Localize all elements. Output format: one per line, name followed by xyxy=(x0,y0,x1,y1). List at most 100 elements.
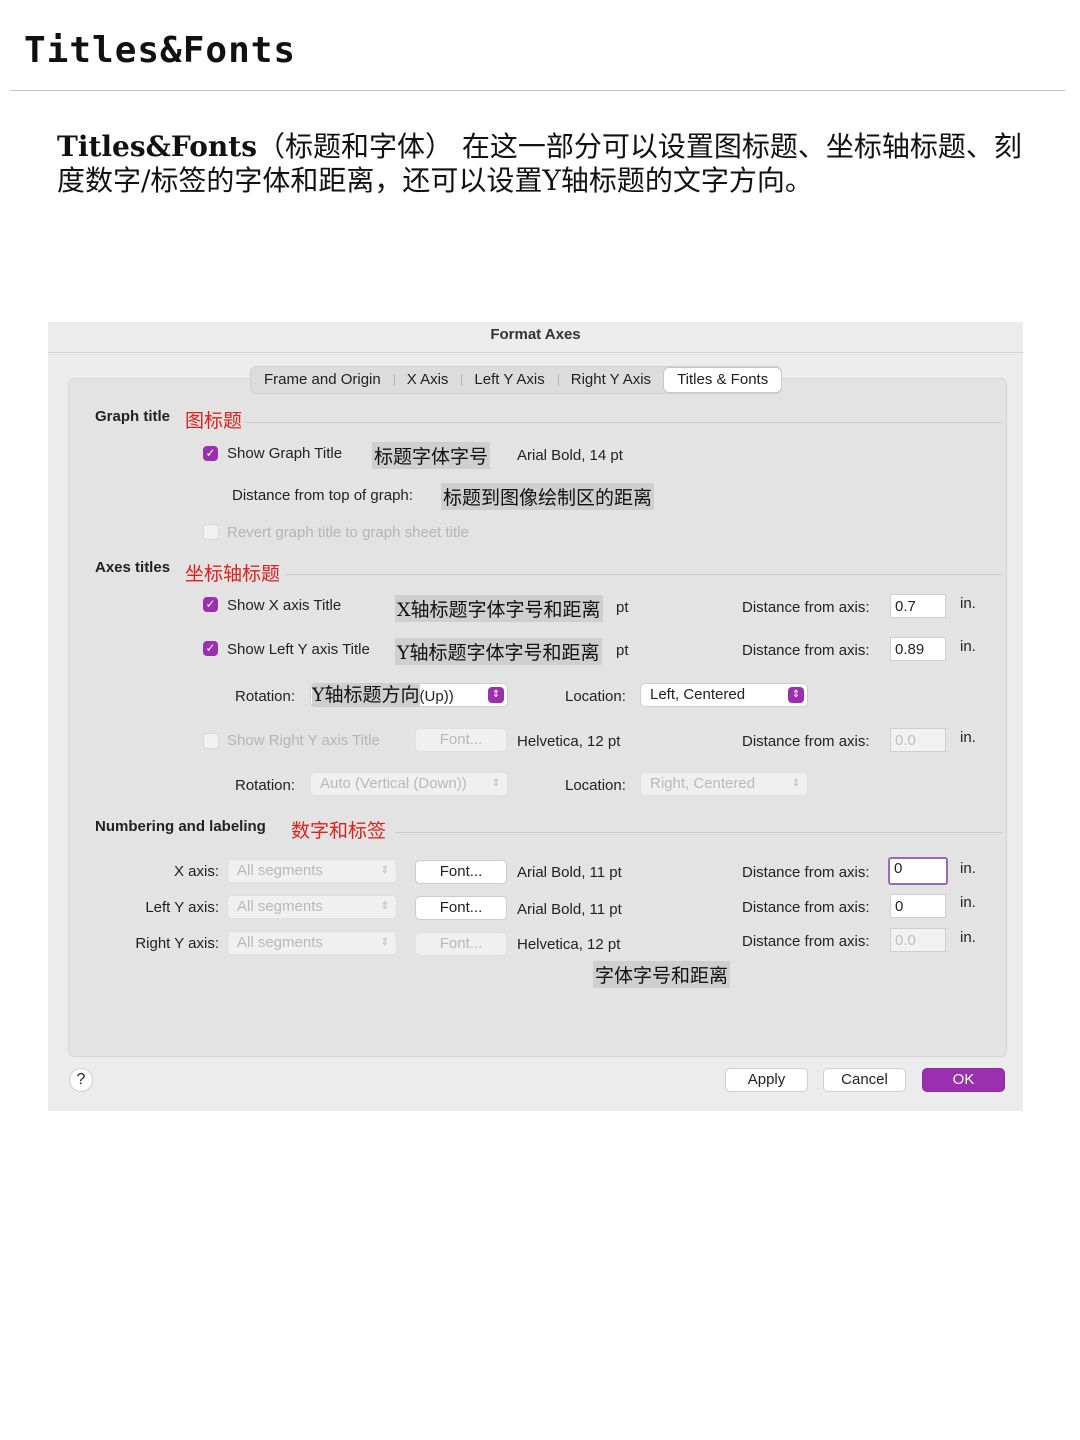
left-y-title-distance-unit: in. xyxy=(960,638,976,655)
section-numbering-and-labeling: Numbering and labeling xyxy=(95,818,266,835)
right-y-rotation-value: Auto (Vertical (Down)) xyxy=(320,775,467,792)
show-x-axis-title-label: Show X axis Title xyxy=(227,597,342,614)
right-y-location-value: Right, Centered xyxy=(650,775,756,792)
help-button[interactable]: ? xyxy=(69,1068,93,1092)
show-graph-title-checkbox[interactable]: ✓ xyxy=(203,446,218,461)
rotation-annotation: Y轴标题方向 xyxy=(312,684,420,706)
tab-bar: Frame and Origin X Axis Left Y Axis Righ… xyxy=(250,366,783,394)
show-right-y-axis-title-label: Show Right Y axis Title xyxy=(227,732,380,749)
section-divider xyxy=(245,422,1002,423)
numbering-right-y-axis-label: Right Y axis: xyxy=(135,935,219,952)
right-y-title-distance-label: Distance from axis: xyxy=(742,733,870,750)
numbering-right-y-font-button[interactable]: Font... xyxy=(415,932,507,956)
distance-from-top-label: Distance from top of graph: xyxy=(232,487,413,504)
graph-title-annotation: 图标题 xyxy=(185,410,243,432)
numbering-annotation: 数字和标签 xyxy=(291,820,387,842)
chevron-updown-icon: ⇕ xyxy=(380,937,390,948)
format-axes-dialog: Format Axes Frame and Origin X Axis Left… xyxy=(48,322,1023,1111)
numbering-left-y-axis-label: Left Y axis: xyxy=(145,899,219,916)
numbering-left-y-segments-select[interactable]: All segments ⇕ xyxy=(227,895,397,919)
left-y-rotation-label: Rotation: xyxy=(235,688,296,705)
tab-x-axis[interactable]: X Axis xyxy=(393,368,462,392)
left-y-title-distance-label: Distance from axis: xyxy=(742,642,870,659)
numbering-x-axis-label: X axis: xyxy=(173,863,219,880)
show-left-y-axis-title-label: Show Left Y axis Title xyxy=(227,641,370,658)
x-title-distance-unit: in. xyxy=(960,595,976,612)
numbering-right-y-distance-label: Distance from axis: xyxy=(742,933,870,950)
intro-bold: Titles&Fonts xyxy=(57,130,257,163)
left-y-axis-title-font-annotation[interactable]: Y轴标题字体字号和距离 xyxy=(395,638,602,665)
titlebar-divider xyxy=(48,352,1023,353)
numbering-left-y-distance-label: Distance from axis: xyxy=(742,899,870,916)
numbering-right-y-distance-input[interactable]: 0.0 xyxy=(890,928,946,952)
x-axis-title-pt: pt xyxy=(616,599,629,616)
right-y-rotation-select[interactable]: Auto (Vertical (Down)) ⇕ xyxy=(310,772,508,796)
tab-left-y-axis[interactable]: Left Y Axis xyxy=(461,368,557,392)
numbering-right-y-distance-unit: in. xyxy=(960,929,976,946)
left-y-rotation-select[interactable]: Y轴标题方向(Up)) ⇕ xyxy=(310,683,508,707)
numbering-x-font-button[interactable]: Font... xyxy=(415,860,507,884)
show-graph-title-label: Show Graph Title xyxy=(227,445,343,462)
numbering-left-y-distance-unit: in. xyxy=(960,894,976,911)
x-title-distance-input[interactable]: 0.7 xyxy=(890,594,946,618)
apply-button[interactable]: Apply xyxy=(725,1068,808,1092)
numbering-right-y-font-value: Helvetica, 12 pt xyxy=(517,936,621,953)
left-y-location-select[interactable]: Left, Centered ⇕ xyxy=(640,683,808,707)
chevron-updown-icon: ⇕ xyxy=(791,778,801,789)
tab-titles-and-fonts[interactable]: Titles & Fonts xyxy=(664,368,782,392)
axes-titles-annotation: 坐标轴标题 xyxy=(185,563,281,585)
numbering-left-y-segments-value: All segments xyxy=(237,898,323,915)
chevron-updown-icon: ⇕ xyxy=(788,687,804,703)
chevron-updown-icon: ⇕ xyxy=(380,901,390,912)
show-x-axis-title-checkbox[interactable]: ✓ xyxy=(203,597,218,612)
cancel-button[interactable]: Cancel xyxy=(823,1068,906,1092)
show-right-y-axis-title-checkbox[interactable] xyxy=(203,733,219,749)
left-y-location-value: Left, Centered xyxy=(650,686,746,703)
graph-title-font-annotation[interactable]: 标题字体字号 xyxy=(372,442,491,469)
numbering-left-y-font-value: Arial Bold, 11 pt xyxy=(517,901,622,918)
ok-button[interactable]: OK xyxy=(922,1068,1005,1092)
settings-panel xyxy=(68,378,1007,1057)
tab-right-y-axis[interactable]: Right Y Axis xyxy=(557,368,664,392)
dialog-title: Format Axes xyxy=(490,326,581,343)
chevron-updown-icon: ⇕ xyxy=(491,778,501,789)
chevron-updown-icon: ⇕ xyxy=(380,865,390,876)
graph-title-font-value: Arial Bold, 14 pt xyxy=(517,447,623,464)
section-divider xyxy=(285,574,1002,575)
show-left-y-axis-title-checkbox[interactable]: ✓ xyxy=(203,641,218,656)
right-y-location-select[interactable]: Right, Centered ⇕ xyxy=(640,772,808,796)
chevron-updown-icon: ⇕ xyxy=(488,687,504,703)
numbering-x-distance-input[interactable]: 0 xyxy=(888,857,948,885)
right-y-location-label: Location: xyxy=(565,777,626,794)
tab-frame-and-origin[interactable]: Frame and Origin xyxy=(251,368,394,392)
numbering-right-y-segments-value: All segments xyxy=(237,934,323,951)
x-axis-title-font-annotation[interactable]: X轴标题字体字号和距离 xyxy=(395,595,603,622)
left-y-axis-title-pt: pt xyxy=(616,642,629,659)
section-axes-titles: Axes titles xyxy=(95,559,171,576)
numbering-x-distance-unit: in. xyxy=(960,860,976,877)
intro-paragraph: Titles&Fonts（标题和字体） 在这一部分可以设置图标题、坐标轴标题、刻… xyxy=(57,130,1022,198)
numbering-left-y-font-button[interactable]: Font... xyxy=(415,896,507,920)
page-title: Titles&Fonts xyxy=(24,30,297,71)
rotation-value-tail: (Up)) xyxy=(419,688,454,705)
numbering-x-segments-value: All segments xyxy=(237,862,323,879)
numbering-x-distance-label: Distance from axis: xyxy=(742,864,870,881)
title-divider xyxy=(10,90,1065,91)
numbering-right-y-segments-select[interactable]: All segments ⇕ xyxy=(227,931,397,955)
revert-graph-title-label: Revert graph title to graph sheet title xyxy=(227,524,469,541)
numbering-font-annotation: 字体字号和距离 xyxy=(593,961,731,988)
left-y-title-distance-input[interactable]: 0.89 xyxy=(890,637,946,661)
right-y-title-font-value: Helvetica, 12 pt xyxy=(517,733,621,750)
right-y-title-distance-unit: in. xyxy=(960,729,976,746)
numbering-left-y-distance-input[interactable]: 0 xyxy=(890,894,946,918)
right-y-rotation-label: Rotation: xyxy=(235,777,296,794)
x-title-distance-label: Distance from axis: xyxy=(742,599,870,616)
section-graph-title: Graph title xyxy=(95,408,171,425)
numbering-x-segments-select[interactable]: All segments ⇕ xyxy=(227,859,397,883)
right-y-title-distance-input[interactable]: 0.0 xyxy=(890,728,946,752)
left-y-location-label: Location: xyxy=(565,688,626,705)
revert-graph-title-checkbox[interactable] xyxy=(203,524,219,540)
section-divider xyxy=(395,832,1002,833)
distance-from-top-annotation[interactable]: 标题到图像绘制区的距离 xyxy=(441,483,655,510)
right-y-title-font-button[interactable]: Font... xyxy=(415,728,507,752)
